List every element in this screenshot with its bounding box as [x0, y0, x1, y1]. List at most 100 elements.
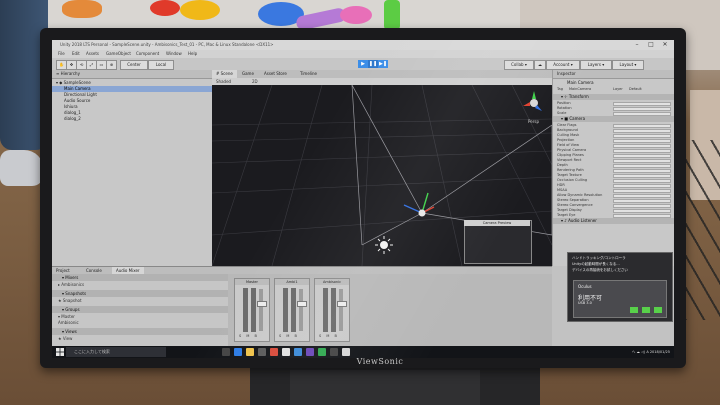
balloon-pink	[340, 6, 372, 24]
minimize-button[interactable]: –	[630, 40, 644, 50]
property-field[interactable]	[613, 111, 671, 116]
property-field[interactable]	[613, 203, 671, 208]
property-label: Scale	[557, 111, 567, 115]
close-button[interactable]: ✕	[658, 40, 672, 50]
app-icon[interactable]	[330, 348, 338, 356]
hierarchy-item[interactable]: dialog_2	[52, 116, 224, 122]
windows-start-icon[interactable]	[56, 348, 64, 356]
property-field[interactable]	[613, 193, 671, 198]
solo-mute-bypass-buttons[interactable]: S M B	[319, 334, 347, 339]
app-icon[interactable]	[306, 348, 314, 356]
menu-window[interactable]: Window	[166, 51, 182, 56]
property-label: Clipping Planes	[557, 153, 584, 157]
property-field[interactable]	[613, 133, 671, 138]
menu-gameobject[interactable]: GameObject	[106, 51, 131, 56]
inspector-tab[interactable]: Inspector	[553, 70, 674, 79]
property-field[interactable]	[613, 138, 671, 143]
property-field[interactable]	[613, 106, 671, 111]
property-label: Position	[557, 101, 571, 105]
taskbar-search-input[interactable]: ここに入力して検索	[66, 347, 166, 357]
menu-file[interactable]: File	[58, 51, 65, 56]
menu-help[interactable]: Help	[188, 51, 197, 56]
tab-game[interactable]: Game	[238, 70, 258, 78]
tag-value[interactable]: MainCamera	[569, 87, 591, 92]
mixer-section-header[interactable]: ▾ Mixers	[52, 274, 228, 281]
play-button[interactable]: ▶	[358, 60, 368, 68]
property-field[interactable]	[613, 178, 671, 183]
property-field[interactable]	[613, 183, 671, 188]
property-field[interactable]	[613, 148, 671, 153]
move-gizmo[interactable]	[403, 192, 435, 217]
property-field[interactable]	[613, 198, 671, 203]
property-field[interactable]	[613, 101, 671, 106]
app-icon[interactable]	[294, 348, 302, 356]
mixer-channel-strip: Ambisonic S M B	[314, 278, 350, 342]
solo-mute-bypass-buttons[interactable]: S M B	[239, 334, 267, 339]
volume-fader-handle[interactable]	[337, 301, 347, 307]
transform-tool-icon[interactable]: ⊕	[106, 60, 117, 70]
layer-value[interactable]: Default	[629, 87, 642, 92]
cloud-icon[interactable]: ☁	[534, 60, 546, 70]
property-label: Clear Flags	[557, 123, 577, 127]
step-button[interactable]: ▶❚	[378, 60, 388, 68]
collab-dropdown[interactable]: Collab ▾	[504, 60, 534, 70]
edge-icon[interactable]	[234, 348, 242, 356]
mixer-section-header[interactable]: ▾ Groups	[52, 306, 228, 313]
tab-scene[interactable]: # Scene	[212, 70, 237, 78]
maximize-button[interactable]: □	[644, 40, 658, 50]
mixer-tree-item[interactable]: ▸ Ambisonics	[58, 282, 224, 288]
popup-line-3: デバイスの再接続をお試しください	[572, 268, 628, 272]
property-field[interactable]	[613, 123, 671, 128]
volume-fader-handle[interactable]	[297, 301, 307, 307]
property-field[interactable]	[613, 168, 671, 173]
property-field[interactable]	[613, 213, 671, 218]
volume-fader-handle[interactable]	[257, 301, 267, 307]
mixer-tree-item[interactable]: Ambisonic	[58, 320, 224, 326]
camera-header[interactable]: ▾ ■ Camera	[553, 116, 674, 122]
property-field[interactable]	[613, 173, 671, 178]
mixer-tree-item[interactable]: ★ Snapshot	[58, 298, 224, 304]
tab-timeline[interactable]: Timeline	[296, 70, 321, 78]
property-field[interactable]	[613, 153, 671, 158]
pivot-toggle[interactable]: Center	[120, 60, 148, 70]
mixer-channel-strip: Master S M B	[234, 278, 270, 342]
account-dropdown[interactable]: Account ▾	[546, 60, 580, 70]
monitor-screen: Unity 2018 LTS Personal - SampleScene.un…	[52, 40, 674, 358]
light-sun-icon[interactable]	[375, 236, 393, 254]
explorer-icon[interactable]	[246, 348, 254, 356]
task-view-icon[interactable]	[222, 348, 230, 356]
app-icon[interactable]	[342, 348, 350, 356]
app-icon[interactable]	[318, 348, 326, 356]
orientation-gizmo-icon[interactable]	[523, 91, 542, 111]
menu-assets[interactable]: Assets	[86, 51, 99, 56]
green-bottle	[384, 0, 400, 30]
hierarchy-panel: ≡ Hierarchy ▾ ◆ SampleScene Main Camera Di…	[52, 70, 224, 266]
property-field[interactable]	[613, 143, 671, 148]
property-field[interactable]	[613, 128, 671, 133]
layers-dropdown[interactable]: Layers ▾	[580, 60, 612, 70]
audio-listener-header[interactable]: ▾ ♪ Audio Listener	[553, 218, 674, 224]
layout-dropdown[interactable]: Layout ▾	[612, 60, 644, 70]
mixer-tree-item[interactable]: ★ View	[58, 336, 224, 342]
property-field[interactable]	[613, 163, 671, 168]
unity-icon[interactable]	[282, 348, 290, 356]
menu-component[interactable]: Component	[136, 51, 159, 56]
2d-toggle[interactable]: 2D	[252, 78, 258, 85]
hierarchy-tab[interactable]: ≡ Hierarchy	[52, 70, 212, 79]
property-field[interactable]	[613, 208, 671, 213]
space-toggle[interactable]: Local	[148, 60, 174, 70]
property-field[interactable]	[613, 158, 671, 163]
device-card[interactable]: Oculus 利用不可 USB 3.0	[573, 280, 667, 318]
store-icon[interactable]	[258, 348, 266, 356]
menu-edit[interactable]: Edit	[72, 51, 80, 56]
pause-button[interactable]: ❚❚	[368, 60, 378, 68]
transform-header[interactable]: ▾ ⊹ Transform	[553, 94, 674, 100]
property-field[interactable]	[613, 188, 671, 193]
mixer-section-header[interactable]: ▾ Views	[52, 328, 228, 335]
shading-dropdown[interactable]: Shaded	[216, 78, 231, 85]
app-icon[interactable]	[270, 348, 278, 356]
mixer-section-header[interactable]: ▾ Snapshots	[52, 290, 228, 297]
solo-mute-bypass-buttons[interactable]: S M B	[279, 334, 307, 339]
tab-asset-store[interactable]: Asset Store	[260, 70, 291, 78]
system-tray[interactable]: へ ☁ ◁) A 2018/01/25	[542, 348, 670, 356]
